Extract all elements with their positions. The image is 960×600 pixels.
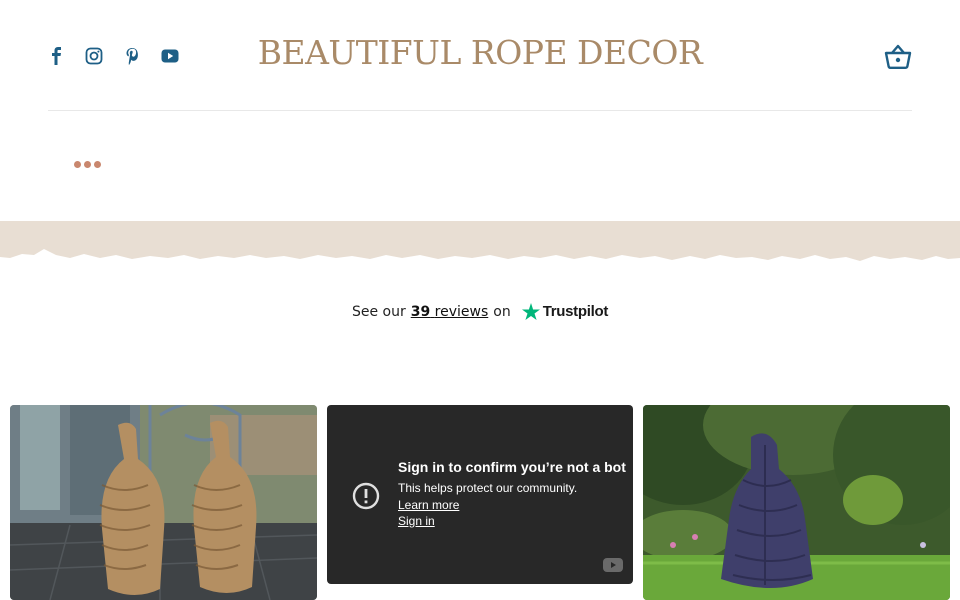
torn-paper-band xyxy=(0,221,960,261)
trustpilot-reviews-link[interactable]: 39 reviews xyxy=(411,304,489,320)
alert-icon xyxy=(352,482,380,510)
video-message-subtitle: This helps protect our community. xyxy=(398,481,578,495)
trustpilot-widget: See our 39 reviews on Trustpilot xyxy=(0,303,960,320)
trustpilot-prefix: See our xyxy=(351,303,406,320)
site-header: BEAUTIFUL ROPE DECOR xyxy=(0,0,960,112)
trustpilot-logo[interactable]: Trustpilot xyxy=(521,303,609,320)
rope-doorstops-photo[interactable] xyxy=(10,405,317,600)
header-divider xyxy=(48,110,912,111)
youtube-logo-icon xyxy=(603,558,623,572)
video-message-title: Sign in to confirm you’re not a bot xyxy=(398,459,626,475)
video-embed[interactable]: Sign in to confirm you’re not a bot This… xyxy=(327,405,633,584)
review-count: 39 xyxy=(410,303,431,320)
gallery: Sign in to confirm you’re not a bot This… xyxy=(10,405,950,600)
site-logo-text[interactable]: BEAUTIFUL ROPE DECOR xyxy=(0,33,960,72)
reviews-word: reviews xyxy=(434,303,489,320)
rope-knot-garden-photo[interactable] xyxy=(643,405,950,600)
learn-more-link[interactable]: Learn more xyxy=(398,498,626,512)
more-dots-icon[interactable] xyxy=(74,161,101,168)
sign-in-link[interactable]: Sign in xyxy=(398,514,626,528)
basket-icon[interactable] xyxy=(884,44,912,70)
trustpilot-suffix: on xyxy=(493,303,511,320)
trustpilot-star-icon xyxy=(521,303,540,320)
trustpilot-brand: Trustpilot xyxy=(542,303,609,320)
